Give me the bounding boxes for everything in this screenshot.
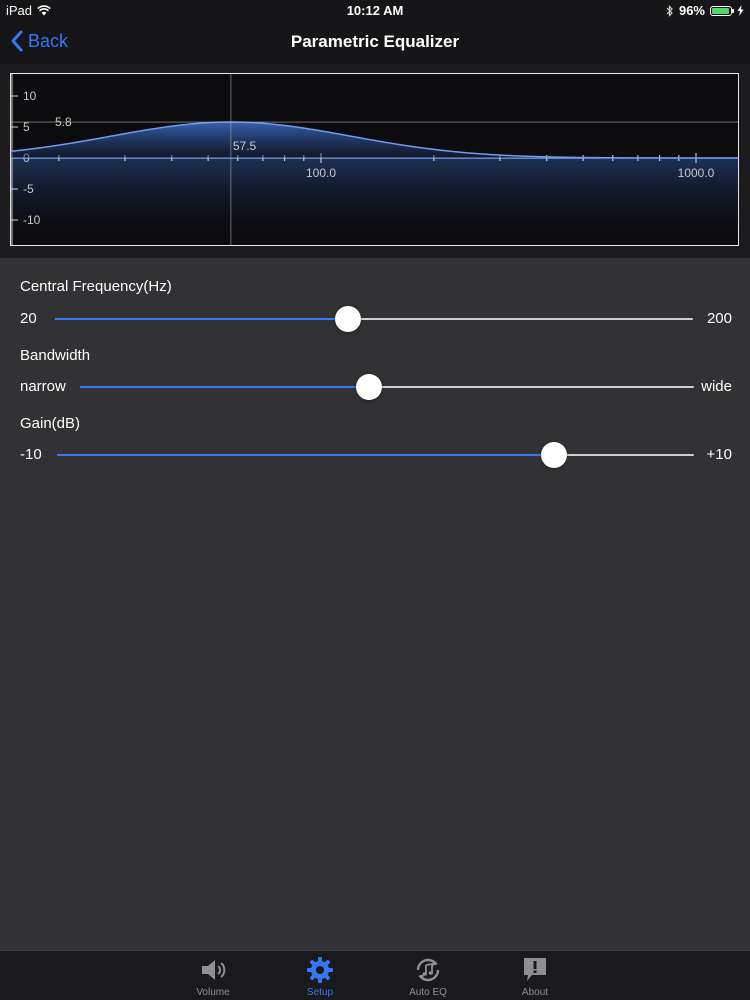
- battery-icon: [710, 5, 734, 16]
- eq-graph-svg: 1050-5-10100.01000.0 5.857.5: [11, 74, 738, 245]
- bandwidth-slider[interactable]: [80, 374, 694, 400]
- status-time: 10:12 AM: [346, 3, 404, 18]
- frequency-label: Central Frequency(Hz): [20, 278, 172, 295]
- y-tick-label: -5: [23, 182, 34, 196]
- eq-graph[interactable]: 1050-5-10100.01000.0 5.857.5: [10, 73, 739, 246]
- x-tick-label: 100.0: [306, 166, 336, 180]
- gain-max-label: +10: [706, 446, 732, 463]
- charging-icon: [737, 5, 744, 16]
- frequency-min-label: 20: [20, 310, 37, 327]
- tab-about-label: About: [521, 987, 549, 998]
- gain-slider-row: -10 +10: [0, 440, 750, 470]
- bandwidth-label: Bandwidth: [20, 347, 91, 364]
- frequency-slider-fill: [55, 318, 349, 320]
- gain-min-label: -10: [20, 446, 42, 463]
- page-title: Parametric Equalizer: [290, 32, 460, 51]
- frequency-slider[interactable]: [55, 306, 693, 332]
- nav-bar: Back Parametric Equalizer: [0, 22, 750, 64]
- status-right: 96%: [666, 3, 744, 18]
- frequency-slider-row: 20 200: [0, 304, 750, 334]
- x-tick-label: 1000.0: [678, 166, 715, 180]
- speaker-icon: [202, 960, 226, 980]
- gain-slider-fill: [57, 454, 554, 456]
- frequency-max-label: 200: [706, 310, 732, 327]
- app-window: iPad 10:12 AM 96% Back Parametric Equali…: [0, 0, 750, 1000]
- y-tick-label: 10: [23, 89, 37, 103]
- tab-bar: Volume Setup Auto EQ About: [0, 950, 750, 1000]
- battery-fill: [712, 7, 730, 14]
- tab-volume[interactable]: Volume: [168, 953, 258, 999]
- bandwidth-max-label: wide: [701, 378, 732, 395]
- gain-slider[interactable]: [57, 442, 694, 468]
- about-icon: [524, 958, 546, 981]
- controls-panel: Central Frequency(Hz) 20 200 Bandwidth n…: [0, 258, 750, 950]
- tab-setup-label: Setup: [306, 987, 334, 998]
- tab-volume-label: Volume: [196, 987, 230, 998]
- y-tick-label: -10: [23, 213, 41, 227]
- tab-auto-eq-label: Auto EQ: [409, 987, 447, 998]
- battery-percent: 96%: [678, 3, 705, 18]
- status-bar: iPad 10:12 AM 96%: [0, 0, 750, 22]
- tab-setup[interactable]: Setup: [275, 953, 365, 999]
- peak-freq-label: 57.5: [233, 139, 257, 153]
- bandwidth-slider-fill: [80, 386, 369, 388]
- graph-panel: 1050-5-10100.01000.0 5.857.5: [0, 64, 750, 258]
- bandwidth-slider-thumb[interactable]: [355, 374, 382, 400]
- frequency-slider-thumb[interactable]: [335, 306, 362, 332]
- gain-slider-thumb[interactable]: [540, 442, 567, 468]
- graph-lower-fill: [11, 158, 738, 245]
- tab-about[interactable]: About: [490, 953, 580, 999]
- gain-label: Gain(dB): [20, 415, 81, 432]
- gear-icon: [307, 957, 333, 983]
- auto-eq-icon: [416, 958, 440, 982]
- peak-gain-label: 5.8: [55, 115, 72, 129]
- bluetooth-icon: [666, 4, 673, 17]
- tab-auto-eq[interactable]: Auto EQ: [383, 953, 473, 999]
- bandwidth-slider-row: narrow wide: [0, 372, 750, 402]
- bandwidth-min-label: narrow: [20, 378, 66, 395]
